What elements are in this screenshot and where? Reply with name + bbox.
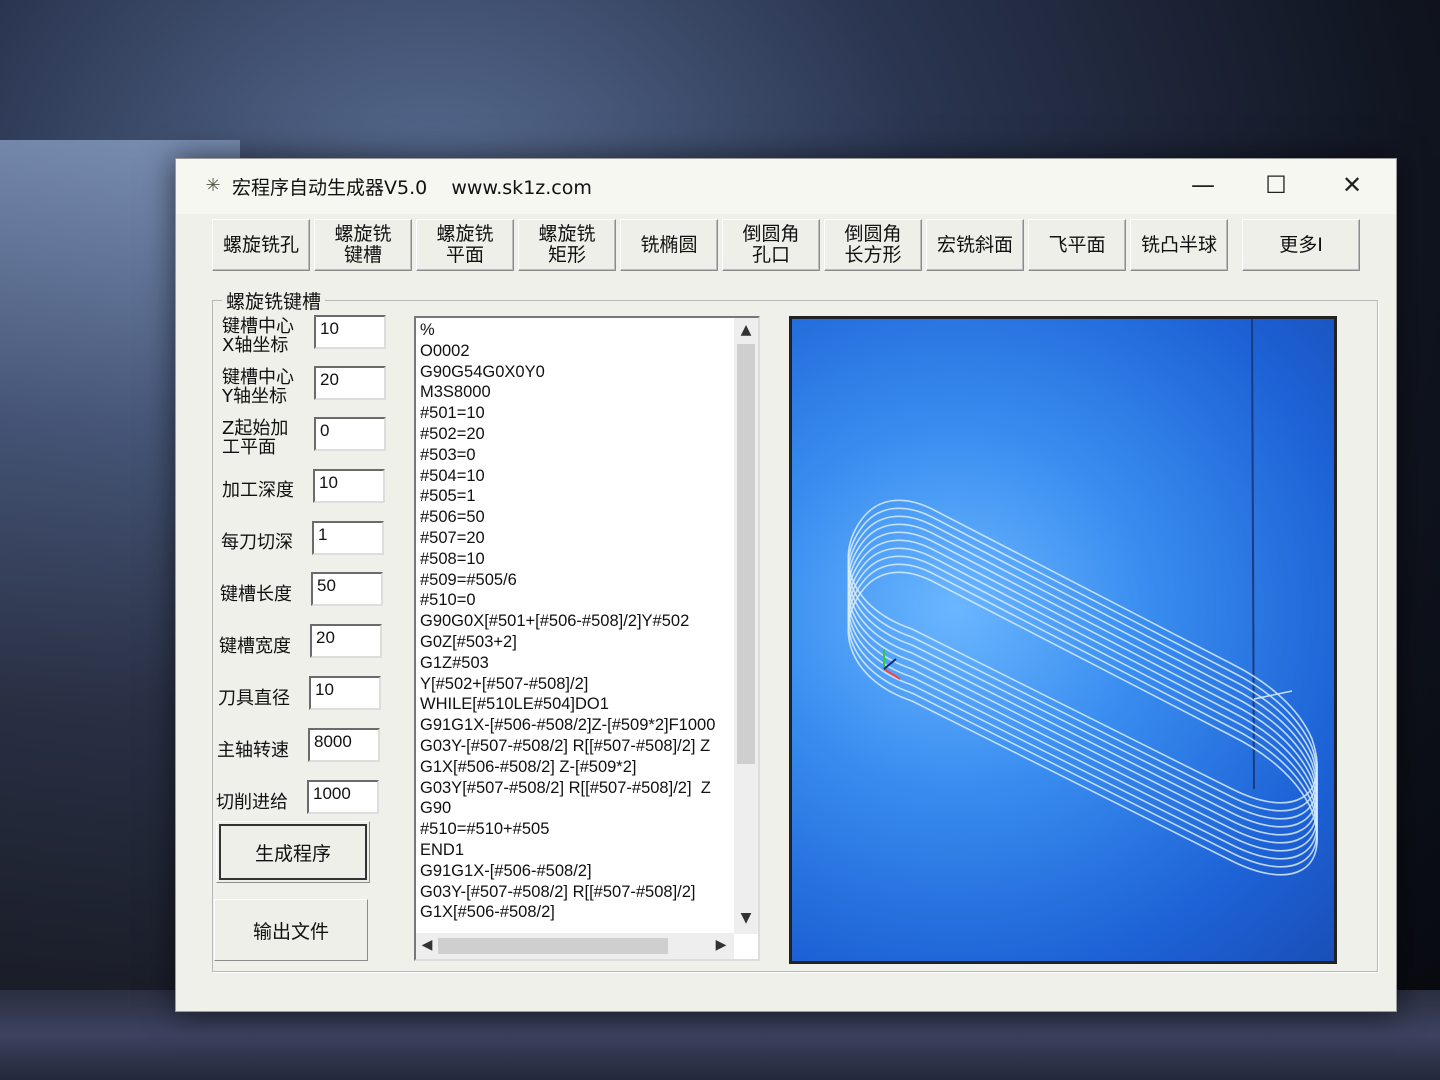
tool-diameter-input[interactable]: 10 bbox=[309, 676, 381, 710]
code-line: G91G1X-[#506-#508/2] bbox=[420, 861, 592, 880]
field-label-width: 键槽宽度 bbox=[219, 636, 291, 657]
feed-rate-input[interactable]: 1000 bbox=[307, 780, 379, 814]
field-label-length: 键槽长度 bbox=[220, 584, 292, 605]
spindle-speed-input[interactable]: 8000 bbox=[308, 728, 380, 762]
generate-program-button[interactable]: 生成程序 bbox=[216, 821, 370, 883]
code-line: WHILE[#510LE#504]DO1 bbox=[420, 695, 609, 714]
toolpath-svg bbox=[847, 318, 1318, 876]
code-line: Y[#502+[#507-#508]/2] bbox=[420, 674, 589, 693]
code-line: G1Z#503 bbox=[420, 653, 489, 672]
toolpath-loop bbox=[847, 563, 1318, 868]
depth-input[interactable]: 10 bbox=[313, 469, 385, 503]
tab-helical-plane[interactable]: 螺旋铣 平面 bbox=[416, 219, 514, 271]
toolpath-loop bbox=[847, 531, 1318, 836]
step-down-input[interactable]: 1 bbox=[312, 521, 384, 555]
scroll-thumb[interactable] bbox=[737, 344, 755, 764]
code-line: #503=0 bbox=[420, 445, 476, 464]
code-line: G03Y-[#507-#508/2] R[[#507-#508]/2] Z bbox=[420, 736, 711, 755]
code-line: G90 bbox=[420, 799, 452, 818]
tab-fillet-rectangle[interactable]: 倒圆角 长方形 bbox=[824, 219, 922, 271]
code-line: #510=#510+#505 bbox=[420, 820, 550, 839]
minimize-button[interactable]: — bbox=[1173, 165, 1233, 205]
tab-more[interactable]: 更多I bbox=[1242, 219, 1360, 271]
toolpath-preview[interactable] bbox=[789, 316, 1337, 964]
y-center-input[interactable]: 20 bbox=[314, 366, 386, 400]
chevron-down-icon[interactable]: ▼ bbox=[735, 910, 757, 926]
field-label-spindle: 主轴转速 bbox=[217, 740, 289, 761]
code-line: #505=1 bbox=[420, 487, 476, 506]
chevron-up-icon[interactable]: ▲ bbox=[735, 322, 757, 338]
code-line: #502=20 bbox=[420, 424, 485, 443]
tab-helical-rectangle[interactable]: 螺旋铣 矩形 bbox=[518, 219, 616, 271]
code-line: #501=10 bbox=[420, 404, 485, 423]
z-start-input[interactable]: 0 bbox=[314, 417, 386, 451]
code-line: G90G54G0X0Y0 bbox=[420, 362, 545, 381]
code-line: % bbox=[420, 321, 435, 339]
program-code: % O0002 G90G54G0X0Y0 M3S8000 #501=10 #502=20 #… bbox=[420, 320, 732, 923]
app-window: ✳ 宏程序自动生成器V5.0 www.sk1z.com — ☐ ✕ 螺旋铣孔 螺… bbox=[175, 158, 1397, 1012]
close-button[interactable]: ✕ bbox=[1322, 165, 1382, 205]
tab-hemisphere[interactable]: 铣凸半球 bbox=[1130, 219, 1228, 271]
code-line: #507=20 bbox=[420, 528, 485, 547]
program-textbox[interactable]: % O0002 G90G54G0X0Y0 M3S8000 #501=10 #502=20 #… bbox=[414, 316, 760, 961]
code-line: #508=10 bbox=[420, 549, 485, 568]
code-line: G90G0X[#501+[#506-#508]/2]Y#502 bbox=[420, 612, 690, 631]
field-label-depth: 加工深度 bbox=[222, 480, 294, 501]
code-line: #504=10 bbox=[420, 466, 485, 485]
width-input[interactable]: 20 bbox=[310, 624, 382, 658]
code-line: G91G1X-[#506-#508/2]Z-[#509*2]F1000 bbox=[420, 716, 716, 735]
group-title: 螺旋铣键槽 bbox=[222, 287, 326, 314]
toolpath-loop bbox=[847, 523, 1318, 828]
code-line: G03Y-[#507-#508/2] R[[#507-#508]/2] bbox=[420, 882, 696, 901]
toolpath-loop bbox=[847, 539, 1318, 844]
toolpath-loop bbox=[847, 555, 1318, 860]
toolpath-loop bbox=[847, 571, 1318, 876]
chevron-right-icon[interactable]: ▶ bbox=[710, 937, 732, 953]
length-input[interactable]: 50 bbox=[311, 572, 383, 606]
tool-tabs: 螺旋铣孔 螺旋铣 键槽 螺旋铣 平面 螺旋铣 矩形 铣椭圆 倒圆角 孔口 倒圆角 长方形 … bbox=[212, 219, 1362, 275]
code-line: G0Z[#503+2] bbox=[420, 632, 517, 651]
x-center-input[interactable]: 10 bbox=[314, 315, 386, 349]
tab-bevel-face[interactable]: 宏铣斜面 bbox=[926, 219, 1024, 271]
field-label-feed: 切削进给 bbox=[216, 792, 288, 813]
maximize-button[interactable]: ☐ bbox=[1246, 165, 1306, 205]
tab-helical-keyway[interactable]: 螺旋铣 键槽 bbox=[314, 219, 412, 271]
field-label-tool-dia: 刀具直径 bbox=[218, 688, 290, 709]
title-bar[interactable]: ✳ 宏程序自动生成器V5.0 www.sk1z.com — ☐ ✕ bbox=[176, 159, 1396, 214]
tab-fillet-hole[interactable]: 倒圆角 孔口 bbox=[722, 219, 820, 271]
code-line: #509=#505/6 bbox=[420, 570, 517, 589]
code-line: G03Y[#507-#508/2] R[[#507-#508]/2] Z bbox=[420, 778, 711, 797]
code-line: G1X[#506-#508/2] bbox=[420, 903, 555, 922]
field-label-x: 键槽中心 X轴坐标 bbox=[222, 316, 294, 356]
chevron-left-icon[interactable]: ◀ bbox=[416, 937, 438, 953]
app-icon: ✳ bbox=[205, 175, 221, 196]
field-label-step: 每刀切深 bbox=[221, 532, 293, 553]
tab-face-mill[interactable]: 飞平面 bbox=[1028, 219, 1126, 271]
code-line: #510=0 bbox=[420, 591, 476, 610]
code-line: END1 bbox=[420, 840, 465, 859]
code-line: #506=50 bbox=[420, 508, 485, 527]
window-title: 宏程序自动生成器V5.0 www.sk1z.com bbox=[232, 177, 592, 199]
hscroll-thumb[interactable] bbox=[438, 938, 668, 954]
tab-helical-hole[interactable]: 螺旋铣孔 bbox=[212, 219, 310, 271]
toolpath-loop bbox=[847, 515, 1318, 820]
code-line: M3S8000 bbox=[420, 383, 491, 402]
field-label-z-start: Z起始加 工平面 bbox=[222, 418, 289, 458]
export-file-button[interactable]: 输出文件 bbox=[214, 899, 368, 961]
code-line: O0002 bbox=[420, 341, 470, 360]
vertical-scrollbar[interactable]: ▲ ▼ bbox=[734, 318, 758, 934]
horizontal-scrollbar[interactable]: ◀ ▶ bbox=[416, 933, 734, 959]
tab-ellipse[interactable]: 铣椭圆 bbox=[620, 219, 718, 271]
toolpath-loop bbox=[847, 547, 1318, 852]
code-line: G1X[#506-#508/2] Z-[#509*2] bbox=[420, 757, 637, 776]
viewport-axis-line bbox=[1251, 318, 1255, 790]
field-label-y: 键槽中心 Y轴坐标 bbox=[222, 367, 294, 407]
